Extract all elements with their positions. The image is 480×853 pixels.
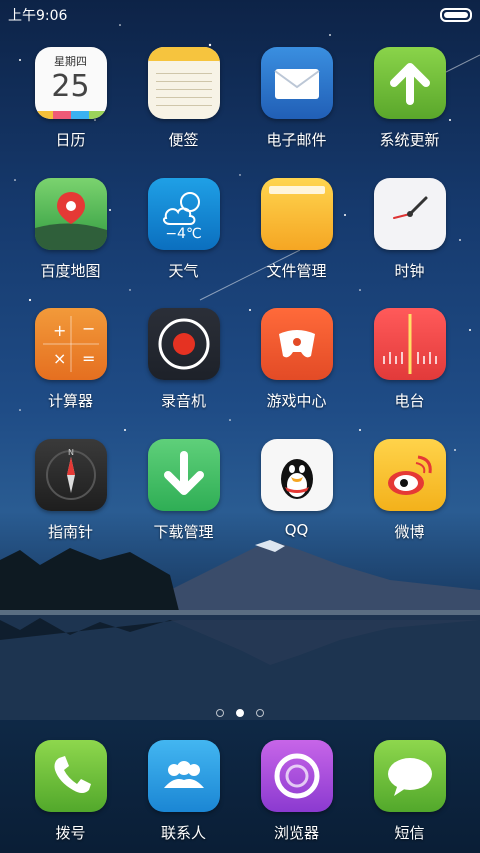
app-label: 短信 [394, 824, 425, 842]
calendar-weekday: 星期四 [54, 55, 87, 68]
app-label: 浏览器 [273, 824, 319, 842]
gamepad-icon [260, 308, 333, 380]
app-label: 游戏中心 [266, 392, 327, 410]
app-label: 百度地图 [40, 262, 101, 280]
cloud-sun-icon: −4℃ [147, 178, 220, 250]
app-label: 联系人 [160, 824, 206, 842]
app-label: 文件管理 [266, 262, 327, 280]
app-games[interactable]: 游戏中心 [240, 308, 353, 411]
dock-contacts[interactable]: 联系人 [127, 740, 240, 843]
record-icon [147, 308, 220, 380]
radio-tuner-icon [373, 308, 446, 380]
app-label: 录音机 [160, 392, 206, 410]
envelope-icon [260, 47, 333, 119]
app-notes[interactable]: 便签 [127, 47, 240, 150]
page-dot[interactable] [216, 709, 224, 717]
svg-text:−: − [82, 319, 95, 338]
compass-icon: N [34, 439, 107, 511]
app-label: 日历 [55, 131, 86, 149]
page-indicator [0, 702, 480, 721]
calculator-icon: + − × = [34, 308, 107, 380]
speech-bubble-icon [373, 740, 446, 812]
svg-text:×: × [53, 349, 66, 368]
svg-text:=: = [82, 349, 95, 368]
page-dot[interactable] [256, 709, 264, 717]
app-label: 指南针 [47, 523, 93, 541]
app-clock[interactable]: 时钟 [353, 178, 466, 281]
app-label: 计算器 [47, 392, 93, 410]
weibo-eye-icon [373, 439, 446, 511]
dock-sms[interactable]: 短信 [353, 740, 466, 843]
arrow-up-icon [373, 47, 446, 119]
wallpaper-landscape [0, 540, 480, 720]
calendar-icon: 星期四 25 [34, 47, 107, 119]
app-weibo[interactable]: 微博 [353, 439, 466, 542]
app-label: 时钟 [394, 262, 425, 280]
app-label: QQ [284, 521, 309, 539]
svg-text:+: + [53, 321, 66, 340]
app-compass[interactable]: N 指南针 [14, 439, 127, 542]
status-time: 上午9:06 [8, 8, 68, 24]
app-calculator[interactable]: + − × = 计算器 [14, 308, 127, 411]
app-calendar[interactable]: 星期四 25 日历 [14, 47, 127, 150]
status-bar: 上午9:06 [0, 0, 480, 28]
app-downloads[interactable]: 下载管理 [127, 439, 240, 542]
app-maps[interactable]: 百度地图 [14, 178, 127, 281]
battery-icon [440, 8, 472, 22]
app-files[interactable]: 文件管理 [240, 178, 353, 281]
map-pin-icon [34, 178, 107, 250]
phone-handset-icon [34, 740, 107, 812]
clock-icon [373, 178, 446, 250]
dock-browser[interactable]: 浏览器 [240, 740, 353, 843]
app-recorder[interactable]: 录音机 [127, 308, 240, 411]
download-arrow-icon [147, 439, 220, 511]
page-dot-active[interactable] [236, 709, 244, 717]
app-update[interactable]: 系统更新 [353, 47, 466, 150]
app-weather[interactable]: −4℃ 天气 [127, 178, 240, 281]
svg-text:N: N [68, 448, 74, 457]
app-label: 电子邮件 [266, 131, 327, 149]
app-qq[interactable]: QQ [240, 439, 353, 539]
people-icon [147, 740, 220, 812]
folder-icon [260, 178, 333, 250]
app-label: 便签 [168, 131, 199, 149]
app-label: 下载管理 [153, 523, 214, 541]
app-label: 系统更新 [379, 131, 440, 149]
app-label: 天气 [168, 262, 199, 280]
app-label: 微博 [394, 523, 425, 541]
notes-icon [147, 47, 220, 119]
weather-temp: −4℃ [165, 226, 202, 242]
app-email[interactable]: 电子邮件 [240, 47, 353, 150]
browser-ring-icon [260, 740, 333, 812]
penguin-icon [260, 439, 333, 511]
app-radio[interactable]: 电台 [353, 308, 466, 411]
app-label: 拨号 [55, 824, 86, 842]
app-label: 电台 [394, 392, 425, 410]
calendar-day: 25 [51, 69, 90, 104]
dock-phone[interactable]: 拨号 [14, 740, 127, 843]
